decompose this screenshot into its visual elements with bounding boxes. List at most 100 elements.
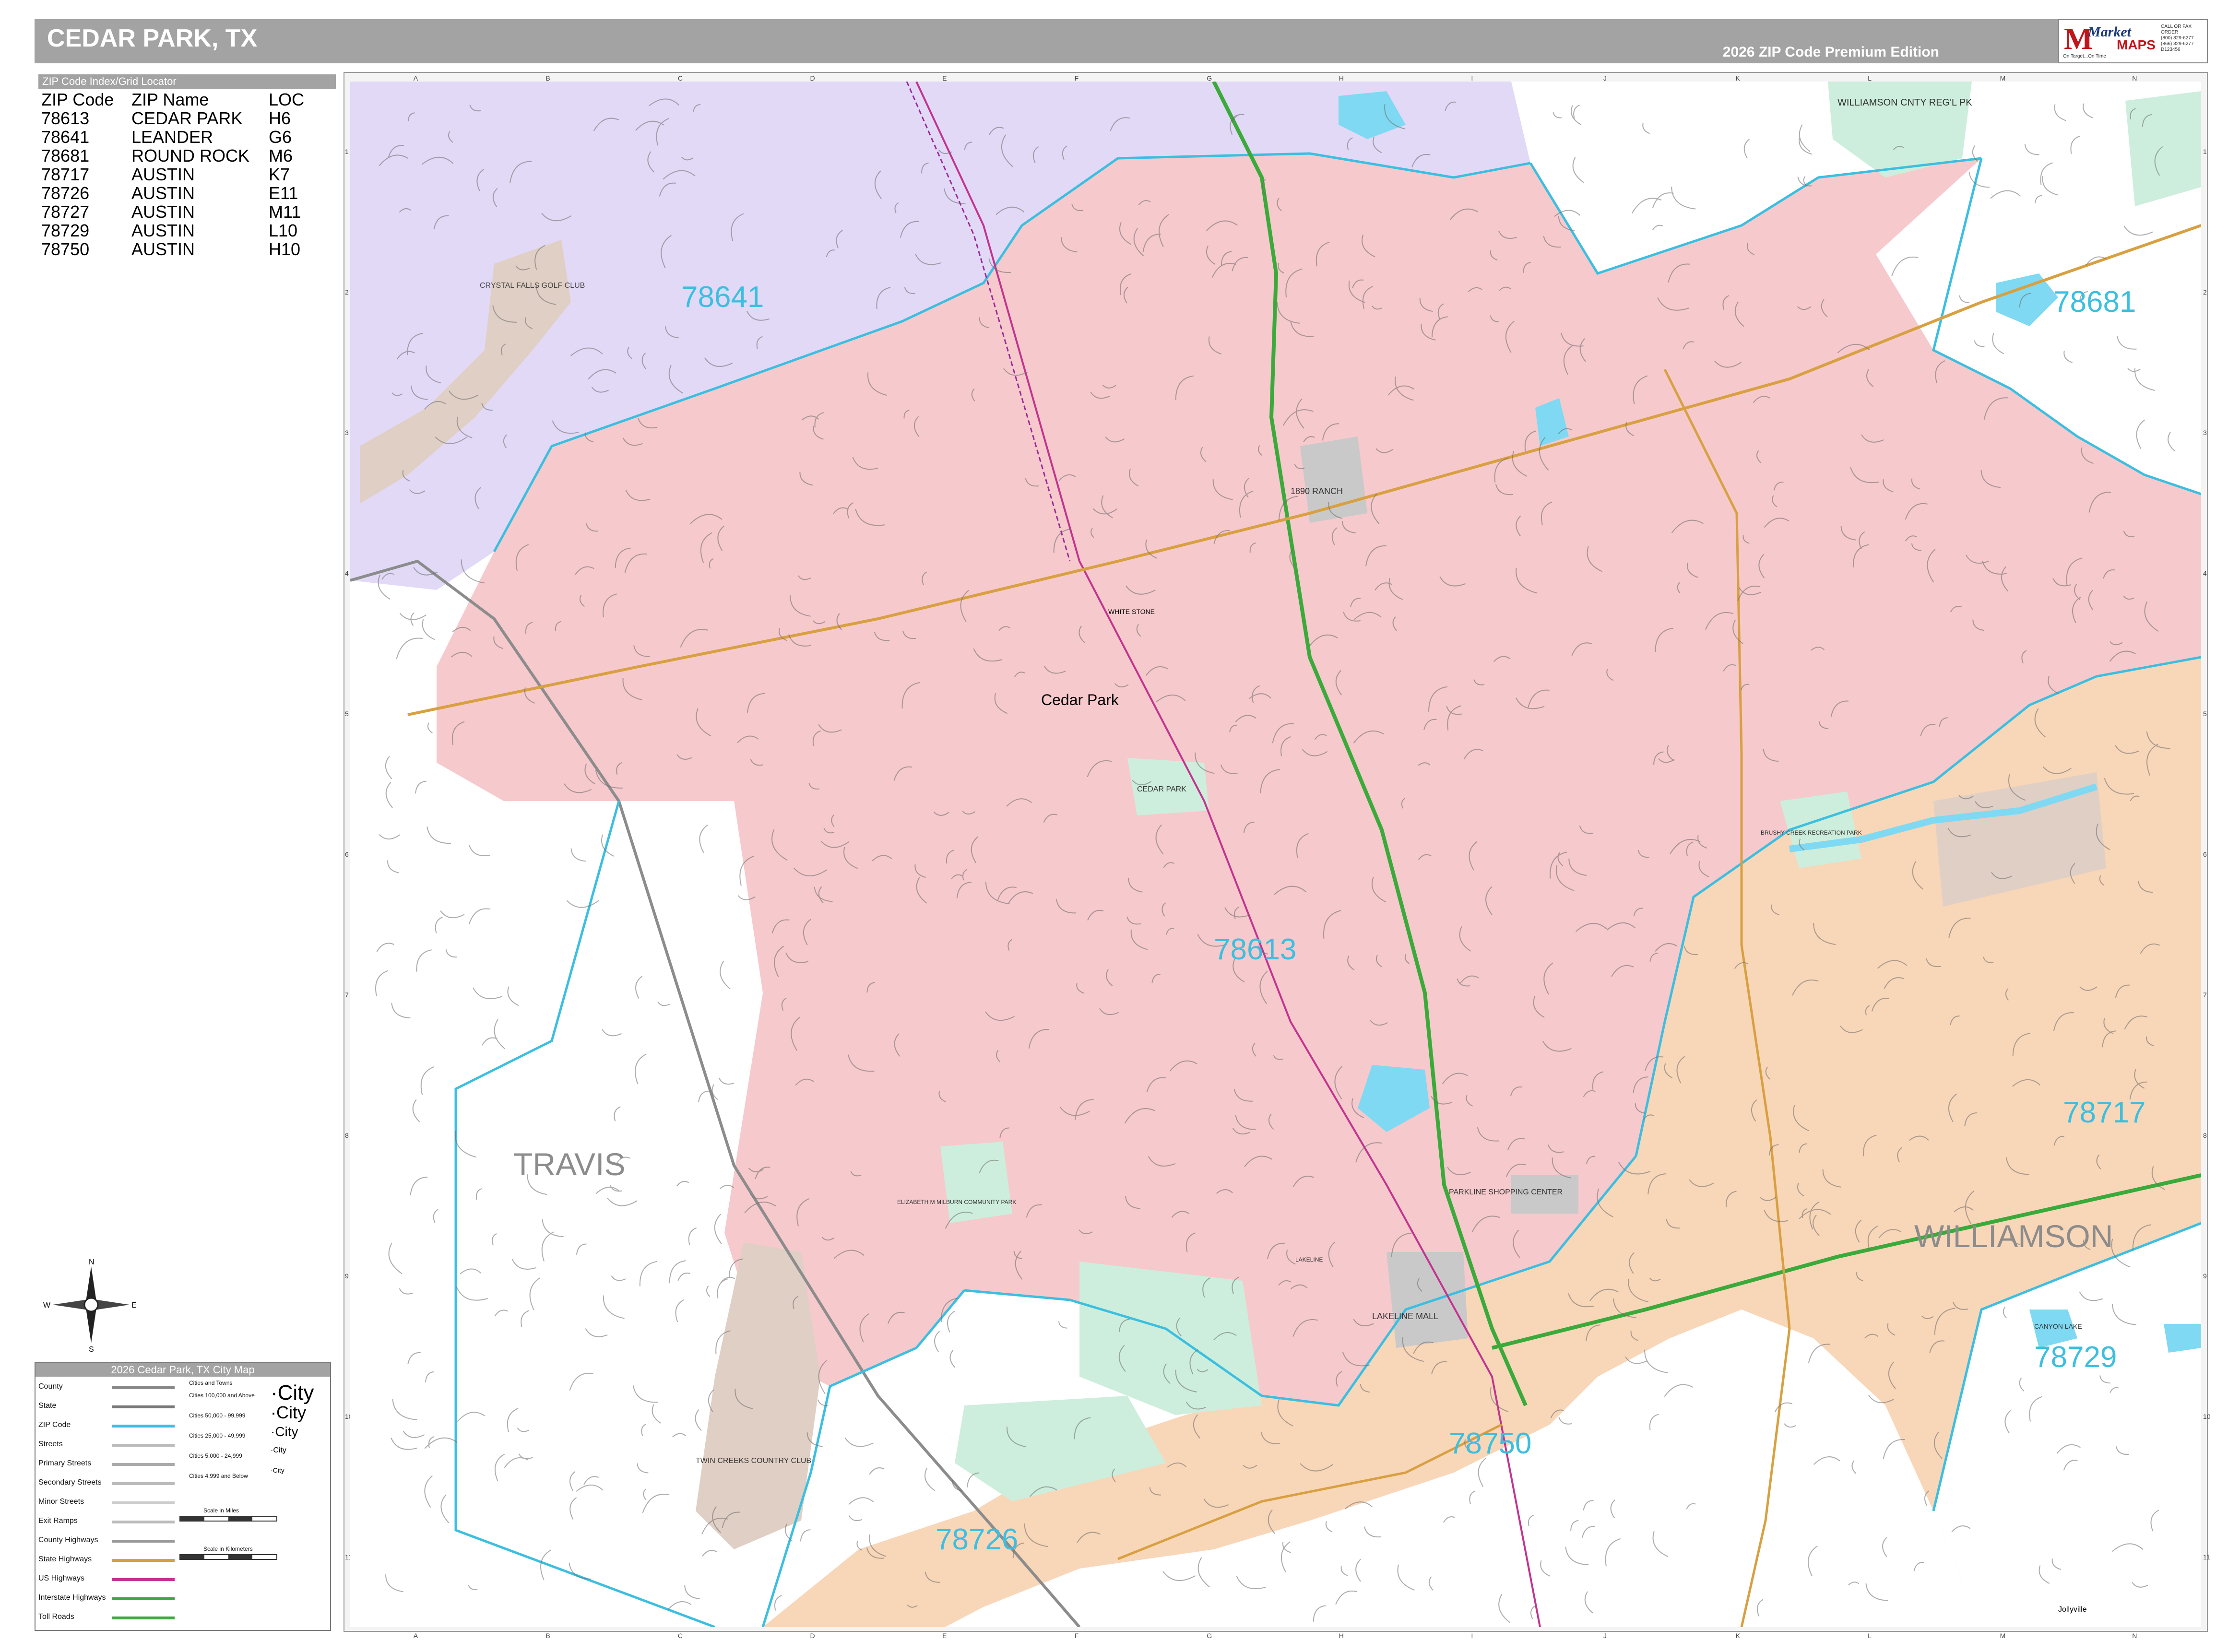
grid-col-label: D — [810, 1632, 815, 1640]
legend-scale-label: Scale in Miles — [203, 1507, 239, 1514]
zip-label-78613: 78613 — [1214, 933, 1296, 966]
grid-row-label: 2 — [345, 288, 349, 296]
phone-line: (800) 829-6277 — [2161, 35, 2194, 41]
legend-scale-bar — [179, 1554, 277, 1560]
legend-cities-title: Cities and Towns — [189, 1380, 233, 1386]
legend-item: Exit Ramps — [38, 1517, 78, 1525]
legend-city-size: Cities 100,000 and Above — [189, 1392, 255, 1399]
logo-tagline: On Target...On Time — [2063, 54, 2106, 59]
legend-title: 2026 Cedar Park, TX City Map — [36, 1363, 330, 1377]
table-row: 78641 LEANDER G6 — [41, 128, 312, 146]
loc-cell: H10 — [269, 239, 301, 259]
legend-city-size: Cities 4,999 and Below — [189, 1473, 248, 1479]
grid-row-label: 3 — [345, 429, 349, 437]
grid-col-label: F — [1074, 1632, 1079, 1640]
grid-row-label: 7 — [2203, 991, 2207, 999]
compass-rose: N S E W — [43, 1258, 137, 1353]
grid-row-label: 5 — [345, 710, 349, 718]
table-row: 78681 ROUND ROCK M6 — [41, 146, 312, 165]
zip-label-78717: 78717 — [2063, 1096, 2145, 1129]
lake-label-canyon: CANYON LAKE — [2034, 1322, 2082, 1330]
legend-swatch — [112, 1425, 175, 1428]
zip-cell: 78729 — [41, 221, 90, 240]
grid-col-label: D — [810, 74, 815, 82]
grid-row-label: 6 — [2203, 850, 2207, 858]
legend-city-size: Cities 50,000 - 99,999 — [189, 1412, 246, 1419]
grid-col-label: H — [1339, 1632, 1344, 1640]
place-1890-ranch: 1890 RANCH — [1291, 486, 1343, 496]
grid-row-label: 6 — [345, 850, 349, 858]
zip-cell: 78681 — [41, 146, 90, 165]
grid-row-label: 8 — [2203, 1131, 2207, 1139]
zip-cell: 78727 — [41, 202, 90, 222]
grid-col-label: M — [2000, 1632, 2006, 1640]
logo-phone: CALL OR FAX ORDER (800) 829-6277 (866) 3… — [2161, 24, 2207, 53]
legend-swatch — [112, 1540, 175, 1543]
place-lakeline-mall: LAKELINE MALL — [1372, 1311, 1438, 1321]
grid-col-label: I — [1471, 1632, 1473, 1640]
grid-col-label: K — [1735, 1632, 1740, 1640]
legend-city-sample: ·City — [271, 1446, 286, 1454]
legend-swatch — [112, 1463, 175, 1466]
grid-row-label: 4 — [345, 569, 349, 578]
grid-row-label: 11 — [2203, 1553, 2210, 1561]
zip-name-cell: AUSTIN — [131, 165, 195, 184]
zip-index-header-row: ZIP Code ZIP Name LOC — [41, 90, 312, 109]
grid-col-label: G — [1207, 74, 1212, 82]
grid-col-label: C — [677, 74, 683, 82]
grid-row-label: 4 — [2203, 569, 2207, 578]
legend-swatch — [112, 1617, 175, 1619]
grid-row-label: 2 — [2203, 288, 2207, 296]
map-canvas[interactable]: 78641 78681 78613 78717 78729 78750 7872… — [350, 82, 2201, 1627]
grid-row-label: 7 — [345, 991, 349, 999]
legend-swatch — [112, 1559, 175, 1562]
compass-center — [83, 1297, 99, 1312]
place-white-stone: WHITE STONE — [1108, 608, 1155, 615]
edition-label: 2026 ZIP Code Premium Edition — [1722, 44, 1939, 60]
grid-row-label: 5 — [2203, 710, 2207, 718]
zip-name-cell: ROUND ROCK — [131, 146, 250, 165]
legend-item: US Highways — [38, 1574, 85, 1582]
grid-col-label: N — [2132, 74, 2137, 82]
legend-city-sample: ·City — [271, 1424, 298, 1439]
legend-scale-bar — [179, 1516, 277, 1522]
legend-swatch — [112, 1521, 175, 1523]
legend-city-size: Cities 25,000 - 49,999 — [189, 1432, 246, 1439]
place-crystal-falls: CRYSTAL FALLS GOLF CLUB — [480, 282, 585, 290]
legend-item: Secondary Streets — [38, 1478, 102, 1487]
loc-cell: K7 — [269, 165, 290, 184]
legend-item: Streets — [38, 1440, 63, 1448]
legend-swatch — [112, 1405, 175, 1408]
legend-city-size: Cities 5,000 - 24,999 — [189, 1452, 242, 1459]
legend-swatch — [112, 1482, 175, 1485]
map-legend: 2026 Cedar Park, TX City Map County State… — [35, 1362, 331, 1631]
grid-col-label: B — [545, 1632, 550, 1640]
zip-label-78641: 78641 — [681, 281, 764, 314]
grid-col-label: F — [1074, 74, 1079, 82]
legend-swatch — [112, 1501, 175, 1504]
grid-row-label: 9 — [2203, 1272, 2207, 1280]
zip-name-cell: AUSTIN — [131, 183, 195, 203]
grid-col-label: L — [1868, 1632, 1872, 1640]
place-parkline: PARKLINE SHOPPING CENTER — [1449, 1188, 1563, 1196]
legend-swatch — [112, 1578, 175, 1581]
zip-label-78681: 78681 — [2053, 285, 2136, 319]
table-row: 78750 AUSTIN H10 — [41, 240, 312, 259]
loc-cell: M11 — [269, 202, 301, 222]
grid-col-label: M — [2000, 74, 2006, 82]
grid-col-label: J — [1603, 1632, 1607, 1640]
place-williamson-cnty-pk: WILLIAMSON CNTY REG'L PK — [1837, 97, 1972, 108]
phone-line: D123456 — [2161, 47, 2181, 52]
compass-s: S — [89, 1345, 94, 1353]
legend-item: Primary Streets — [38, 1459, 92, 1467]
legend-item: County — [38, 1382, 63, 1391]
loc-cell: G6 — [269, 127, 292, 147]
col-header: LOC — [269, 90, 305, 109]
grid-col-label: G — [1207, 1632, 1212, 1640]
legend-item: ZIP Code — [38, 1421, 71, 1429]
legend-city-sample: ·City — [271, 1403, 306, 1422]
zip-name-cell: AUSTIN — [131, 202, 195, 222]
grid-row-label: 1 — [345, 148, 349, 156]
grid-col-label: I — [1471, 74, 1473, 82]
zip-cell: 78750 — [41, 239, 90, 259]
